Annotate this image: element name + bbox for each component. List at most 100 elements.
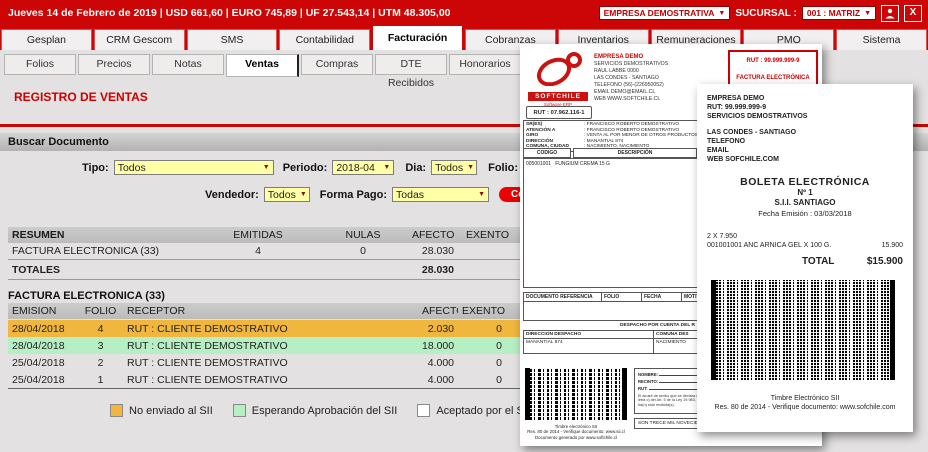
boleta-preview-document: EMPRESA DEMO RUT: 99.999.999-9 SERVICIOS…	[697, 84, 913, 432]
invoice-footer: Timbre electrónico SII Res. 80 de 2014 -…	[522, 424, 630, 440]
receipt-title-block: BOLETA ELECTRÓNICA Nº 1 S.I.I. SANTIAGO …	[697, 176, 913, 218]
top-bar-right: EMPRESA DEMOSTRATIVA ▼ SUCURSAL : 001 : …	[599, 5, 928, 22]
search-row-1: Tipo: Todos ▼ Periodo: 2018-04 ▼ Dia: To…	[82, 160, 581, 175]
resumen-row-emitidas: 4	[198, 245, 318, 257]
app-window: Jueves 14 de Febrero de 2019 | USD 661,6…	[0, 0, 928, 452]
chevron-down-icon: ▼	[300, 191, 307, 198]
periodo-label: Periodo:	[283, 162, 328, 174]
item-descripcion: FUNGIUM CREMA 15 G	[555, 161, 610, 167]
row-folio[interactable]: 2	[78, 357, 123, 369]
sucursal-select[interactable]: 001 : MATRIZ ▼	[802, 6, 876, 20]
detail-section-title: FACTURA ELECTRONICA (33)	[8, 290, 165, 302]
row-exento: 0	[458, 340, 506, 352]
tipo-select[interactable]: Todos ▼	[114, 160, 274, 175]
acuse-rut-label: RUT:	[638, 386, 648, 391]
resumen-header-afecto: AFECTO	[408, 229, 458, 241]
subtab-dte-recibidos[interactable]: DTE Recibidos	[375, 54, 447, 75]
receipt-number: Nº 1	[697, 188, 913, 198]
vendedor-select[interactable]: Todos ▼	[264, 187, 310, 202]
subtab-notas[interactable]: Notas	[152, 54, 224, 75]
dia-select[interactable]: Todos ▼	[431, 160, 477, 175]
receipt-company-line: WEB SOFCHILE.COM	[707, 155, 807, 164]
detail-header-receptor: RECEPTOR	[123, 305, 418, 317]
chevron-down-icon: ▼	[718, 10, 725, 17]
subtab-folios[interactable]: Folios	[4, 54, 76, 75]
items-header-descripcion: DESCRIPCIÓN	[573, 148, 697, 158]
invoice-rut-box: RUT : 99.999.999-9 FACTURA ELECTRÓNICA	[728, 50, 818, 88]
forma-pago-label: Forma Pago:	[320, 189, 387, 201]
tab-facturacion[interactable]: Facturación	[372, 25, 463, 50]
facturacion-sub-tabs: Folios Precios Notas Ventas Compras DTE …	[4, 54, 523, 75]
tipo-select-value: Todos	[118, 162, 146, 174]
legend-item-no-enviado: No enviado al SII	[110, 404, 213, 417]
ref-header-doc: DOCUMENTO REFERENCIA	[524, 293, 602, 301]
invoice-company-name: EMPRESA DEMO	[594, 54, 668, 61]
totales-label: TOTALES	[8, 264, 198, 276]
legend-item-esperando: Esperando Aprobación del SII	[233, 404, 398, 417]
subtab-ventas[interactable]: Ventas	[226, 54, 299, 77]
item-codigo: 005001001	[526, 161, 551, 167]
periodo-select-value: 2018-04	[336, 162, 375, 174]
tab-sms[interactable]: SMS	[187, 29, 278, 50]
top-bar: Jueves 14 de Febrero de 2019 | USD 661,6…	[0, 0, 928, 26]
invoice-company-line: LAS CONDES - SANTIAGO	[594, 75, 668, 82]
despacho-direccion: MANANTIAL 874	[524, 339, 654, 353]
close-icon: X	[910, 8, 917, 18]
forma-pago-select[interactable]: Todas ▼	[392, 187, 489, 202]
invoice-company-line: EMAIL DEMO@EMAIL.CL	[594, 89, 668, 96]
row-folio[interactable]: 1	[78, 374, 123, 386]
company-select[interactable]: EMPRESA DEMOSTRATIVA ▼	[599, 6, 731, 20]
receipt-company-rut: RUT: 99.999.999-9	[707, 103, 807, 112]
resumen-row-name: FACTURA ELECTRONICA (33)	[8, 245, 198, 257]
receipt-company-name: EMPRESA DEMO	[707, 94, 807, 103]
row-receptor: RUT : CLIENTE DEMOSTRATIVO	[123, 340, 418, 352]
softchile-logo: SOFTCHILE Software ERP	[528, 52, 588, 107]
invoice-footer-line: Documento generado por www.softchile.cl	[522, 435, 630, 440]
chevron-down-icon: ▼	[263, 164, 270, 171]
pdf417-barcode	[711, 280, 895, 380]
totales-afecto: 28.030	[408, 264, 458, 276]
close-button[interactable]: X	[904, 5, 922, 22]
row-afecto: 4.000	[418, 374, 458, 386]
receipt-total-label: TOTAL	[802, 256, 834, 267]
tab-crm-gescom[interactable]: CRM Gescom	[94, 29, 185, 50]
ref-header-fecha: FECHA	[642, 293, 682, 301]
status-legend: No enviado al SII Esperando Aprobación d…	[110, 404, 569, 417]
resumen-header-nulas: NULAS	[318, 229, 408, 241]
row-emision: 25/04/2018	[8, 374, 78, 386]
detail-header-exento: EXENTO	[458, 305, 506, 317]
tab-gesplan[interactable]: Gesplan	[1, 29, 92, 50]
subtab-compras[interactable]: Compras	[301, 54, 373, 75]
receipt-items: 2 X 7.950 001001001 ANC ARNICA GEL X 100…	[707, 232, 903, 250]
periodo-select[interactable]: 2018-04 ▼	[332, 160, 394, 175]
despacho-title: DESPACHO POR CUENTA DEL R	[620, 323, 695, 328]
row-folio[interactable]: 4	[78, 323, 123, 335]
vendedor-label: Vendedor:	[205, 189, 259, 201]
forma-pago-select-value: Todas	[396, 189, 424, 201]
receipt-title: BOLETA ELECTRÓNICA	[697, 176, 913, 188]
date-currency-info: Jueves 14 de Febrero de 2019 | USD 661,6…	[0, 7, 451, 19]
receipt-total-value: $15.900	[867, 256, 903, 267]
tab-sistema[interactable]: Sistema	[836, 29, 927, 50]
receipt-emission-date: Fecha Emisión : 03/03/2018	[697, 209, 913, 218]
resumen-row-afecto: 28.030	[408, 245, 458, 257]
legend-label: No enviado al SII	[129, 405, 213, 417]
legend-label: Aceptado por el SII	[436, 405, 530, 417]
row-receptor: RUT : CLIENTE DEMOSTRATIVO	[123, 374, 418, 386]
invoice-doc-type: FACTURA ELECTRÓNICA	[730, 75, 816, 81]
detail-header-emision: EMISION	[8, 305, 78, 317]
row-afecto: 2.030	[418, 323, 458, 335]
row-emision: 28/04/2018	[8, 340, 78, 352]
subtab-honorarios[interactable]: Honorarios	[449, 54, 521, 75]
row-folio[interactable]: 3	[78, 340, 123, 352]
subtab-precios[interactable]: Precios	[78, 54, 150, 75]
resumen-header-emitidas: EMITIDAS	[198, 229, 318, 241]
user-button[interactable]	[881, 5, 899, 22]
tab-contabilidad[interactable]: Contabilidad	[279, 29, 370, 50]
row-afecto: 18.000	[418, 340, 458, 352]
sucursal-label: SUCURSAL :	[735, 8, 796, 19]
status-swatch-white	[417, 404, 430, 417]
receipt-company-line: EMAIL	[707, 146, 807, 155]
legend-label: Esperando Aprobación del SII	[252, 405, 398, 417]
invoice-company-line: WEB WWW.SOFTCHILE.CL	[594, 96, 668, 103]
